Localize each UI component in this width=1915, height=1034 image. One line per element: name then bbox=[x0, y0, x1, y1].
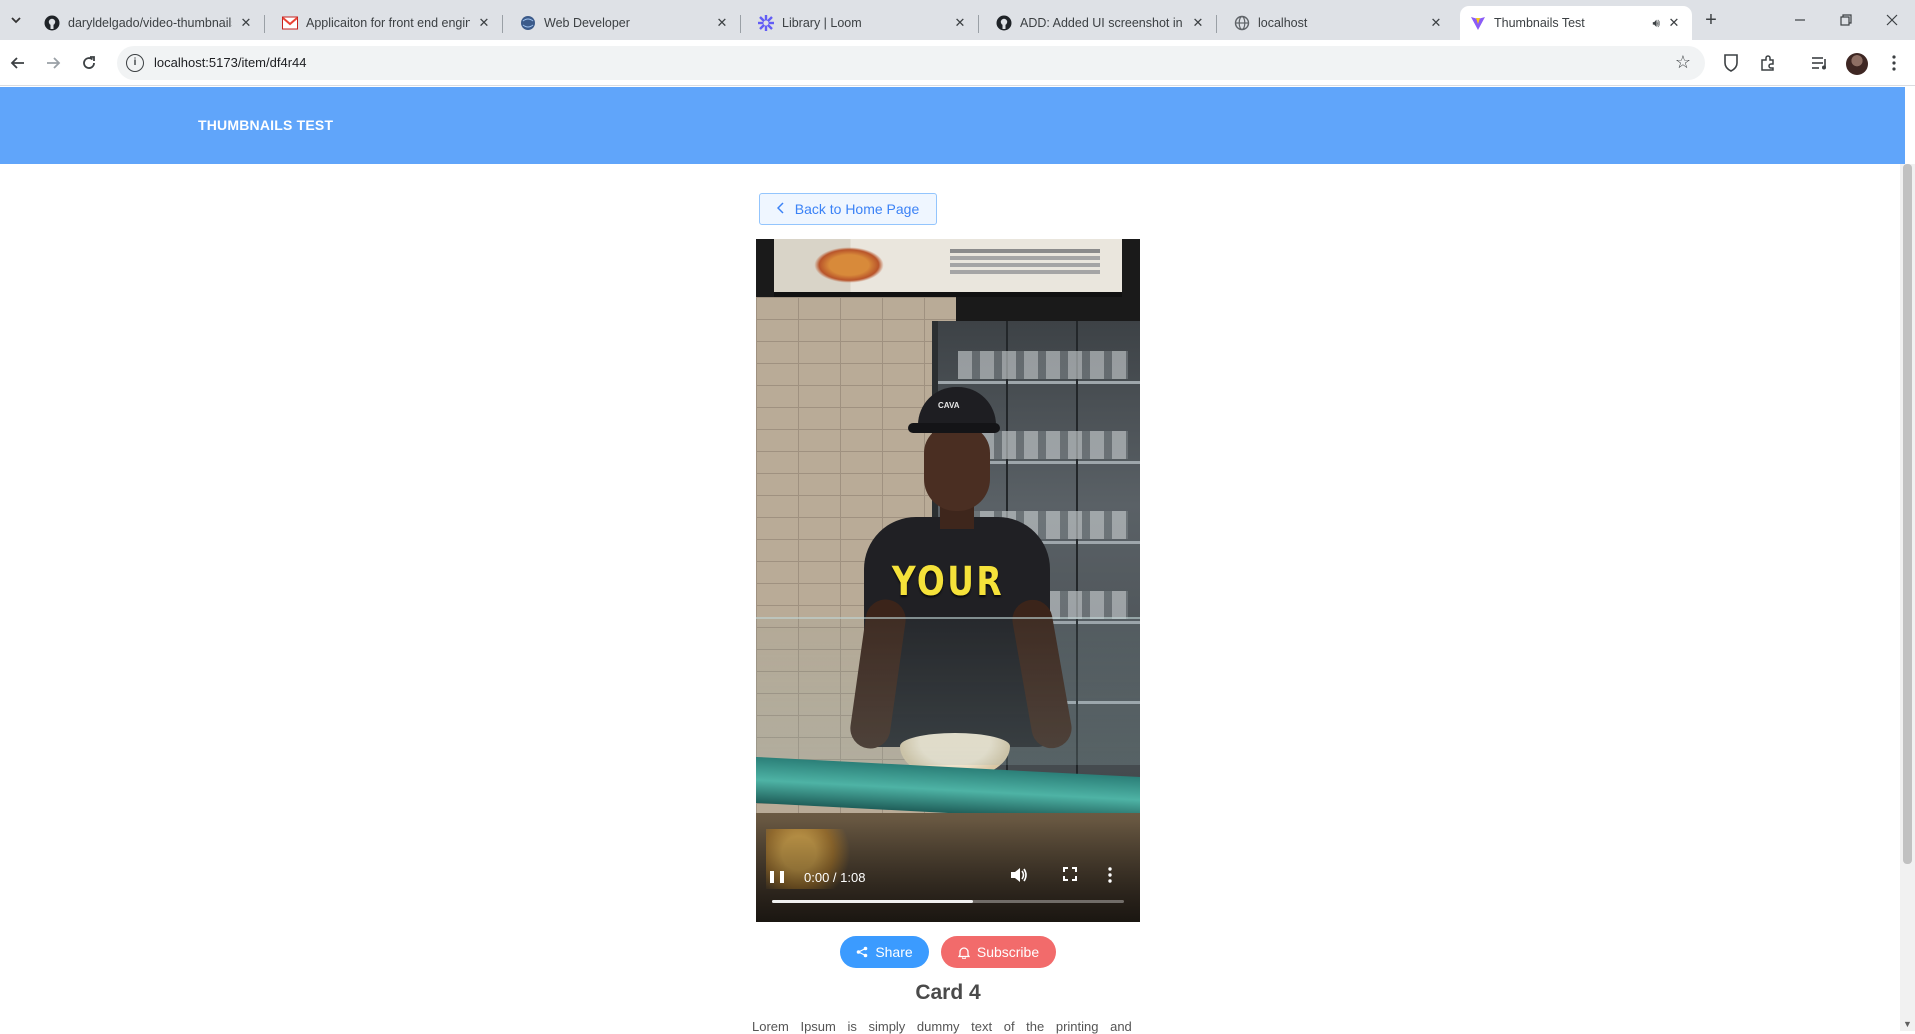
reload-icon bbox=[83, 56, 95, 69]
minimize-icon bbox=[1795, 19, 1805, 21]
share-label: Share bbox=[875, 944, 913, 960]
extensions-puzzle-icon[interactable] bbox=[1756, 51, 1780, 75]
github-icon bbox=[996, 15, 1012, 31]
vite-icon bbox=[1470, 15, 1486, 31]
close-icon[interactable]: ✕ bbox=[238, 15, 254, 31]
restore-button[interactable] bbox=[1820, 0, 1872, 40]
app-title[interactable]: THUMBNAILS TEST bbox=[198, 117, 333, 133]
site-info-icon[interactable]: i bbox=[126, 54, 144, 72]
bitwarden-extension-icon[interactable] bbox=[1719, 51, 1743, 75]
tab-web-developer[interactable]: Web Developer ✕ bbox=[510, 6, 741, 40]
arrow-right-icon bbox=[47, 57, 61, 69]
media-control-icon[interactable] bbox=[1808, 51, 1832, 75]
tab-separator bbox=[978, 15, 979, 33]
close-icon[interactable]: ✕ bbox=[952, 15, 968, 31]
share-icon bbox=[857, 946, 868, 958]
browser-menu-icon[interactable] bbox=[1882, 51, 1906, 75]
pause-icon[interactable] bbox=[770, 869, 784, 885]
forward-nav-button[interactable] bbox=[39, 49, 67, 77]
tab-separator bbox=[502, 15, 503, 33]
gmail-icon bbox=[282, 15, 298, 31]
address-bar[interactable]: i localhost:5173/item/df4r44 ☆ bbox=[117, 46, 1705, 80]
video-player[interactable]: CAVA YOUR 0:00 / 1:08 bbox=[756, 239, 1140, 922]
close-icon[interactable]: ✕ bbox=[1666, 15, 1682, 31]
card-title: Card 4 bbox=[915, 981, 981, 1004]
video-time: 0:00 / 1:08 bbox=[804, 870, 866, 885]
speaker-icon[interactable]: 🔊︎ bbox=[1652, 16, 1660, 31]
chevron-down-icon bbox=[11, 17, 21, 24]
tab-separator bbox=[1216, 15, 1217, 33]
video-progress-track[interactable] bbox=[772, 900, 1124, 903]
tab-title: Applicaiton for front end engin bbox=[306, 16, 470, 30]
volume-icon[interactable] bbox=[1008, 867, 1030, 887]
card-actions: Share Subscribe bbox=[840, 936, 1056, 968]
github-icon bbox=[44, 15, 60, 31]
app-header: THUMBNAILS TEST bbox=[0, 87, 1905, 164]
chevron-left-icon bbox=[776, 201, 785, 217]
reload-button[interactable] bbox=[75, 49, 103, 77]
tab-github-repo[interactable]: daryldelgado/video-thumbnails ✕ bbox=[34, 6, 265, 40]
tab-title: localhost bbox=[1258, 16, 1308, 30]
video-counter-glass bbox=[756, 617, 1140, 765]
more-options-icon[interactable] bbox=[1099, 867, 1121, 887]
tab-search-button[interactable] bbox=[4, 8, 28, 32]
scrollbar-thumb[interactable] bbox=[1903, 164, 1912, 864]
subscribe-label: Subscribe bbox=[976, 944, 1040, 960]
back-to-home-button[interactable]: Back to Home Page bbox=[759, 193, 937, 225]
page-scrollbar[interactable]: ▼ bbox=[1900, 164, 1915, 1031]
bookmark-star-icon[interactable]: ☆ bbox=[1675, 52, 1691, 73]
tab-loom-library[interactable]: Library | Loom ✕ bbox=[748, 6, 979, 40]
card-description: Lorem Ipsum is simply dummy text of the … bbox=[752, 1019, 1132, 1034]
tab-separator bbox=[740, 15, 741, 33]
tab-localhost[interactable]: localhost ✕ bbox=[1224, 6, 1454, 40]
video-caption: YOUR bbox=[891, 559, 1005, 605]
profile-avatar[interactable] bbox=[1846, 53, 1868, 75]
restore-icon bbox=[1840, 14, 1852, 26]
tab-thumbnails-test[interactable]: Thumbnails Test 🔊︎ ✕ bbox=[1460, 6, 1692, 40]
bell-icon bbox=[957, 946, 970, 959]
close-icon[interactable]: ✕ bbox=[714, 15, 730, 31]
globe-icon bbox=[1234, 15, 1250, 31]
close-icon[interactable]: ✕ bbox=[1428, 15, 1444, 31]
globe-icon bbox=[520, 15, 536, 31]
arrow-left-icon bbox=[10, 57, 24, 69]
scroll-down-arrow-icon[interactable]: ▼ bbox=[1903, 1019, 1912, 1029]
close-icon[interactable]: ✕ bbox=[1190, 15, 1206, 31]
tab-title: Thumbnails Test bbox=[1494, 16, 1585, 30]
subscribe-button[interactable]: Subscribe bbox=[941, 936, 1056, 968]
browser-tab-strip: daryldelgado/video-thumbnails ✕ Applicai… bbox=[0, 0, 1915, 40]
back-button-label: Back to Home Page bbox=[794, 201, 920, 217]
tab-separator bbox=[264, 15, 265, 33]
url-text[interactable]: localhost:5173/item/df4r44 bbox=[154, 55, 306, 70]
cap-logo-text: CAVA bbox=[938, 401, 960, 410]
loom-icon bbox=[758, 15, 774, 31]
tab-title: ADD: Added UI screenshot in re bbox=[1020, 16, 1184, 30]
tab-title: Web Developer bbox=[544, 16, 630, 30]
tab-title: daryldelgado/video-thumbnails bbox=[68, 16, 232, 30]
back-nav-button[interactable] bbox=[4, 49, 32, 77]
video-menu-board bbox=[774, 239, 1122, 297]
close-icon[interactable]: ✕ bbox=[476, 15, 492, 31]
tab-gmail[interactable]: Applicaiton for front end engin ✕ bbox=[272, 6, 503, 40]
new-tab-button[interactable]: + bbox=[1698, 8, 1724, 34]
video-buffer-bar bbox=[772, 900, 973, 903]
share-button[interactable]: Share bbox=[840, 936, 929, 968]
tab-github-commit[interactable]: ADD: Added UI screenshot in re ✕ bbox=[986, 6, 1217, 40]
browser-toolbar: i localhost:5173/item/df4r44 ☆ bbox=[0, 40, 1915, 86]
tab-title: Library | Loom bbox=[782, 16, 862, 30]
close-icon bbox=[1886, 14, 1898, 26]
minimize-button[interactable] bbox=[1774, 0, 1826, 40]
close-window-button[interactable] bbox=[1866, 0, 1915, 40]
fullscreen-icon[interactable] bbox=[1059, 867, 1081, 887]
